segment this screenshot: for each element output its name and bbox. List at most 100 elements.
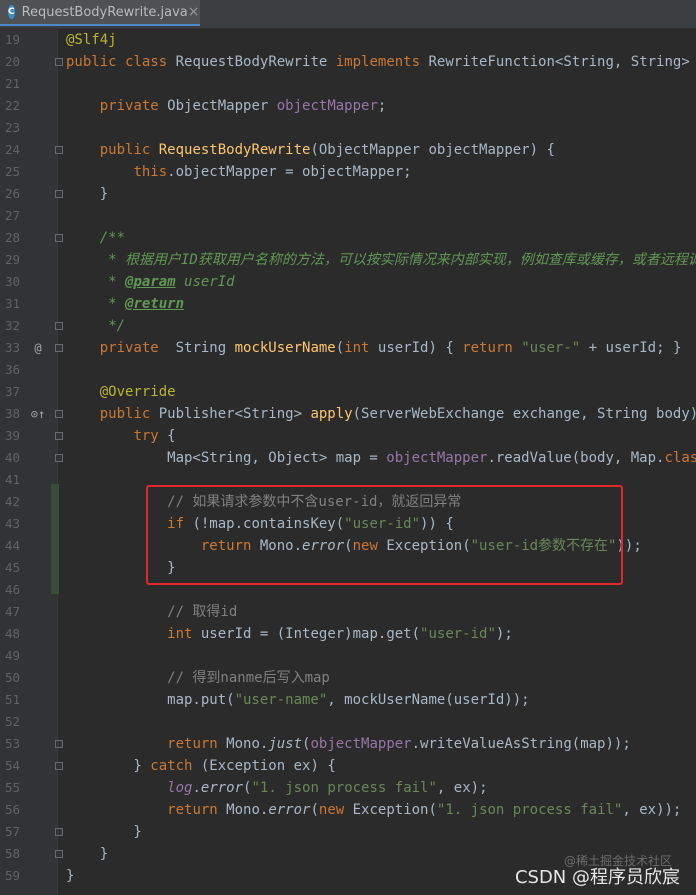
code-line[interactable]: 32 */ xyxy=(0,315,696,337)
line-number[interactable]: 46 xyxy=(0,579,20,601)
code-line[interactable]: 54 } catch (Exception ex) { xyxy=(0,755,696,777)
line-number[interactable]: 20 xyxy=(0,51,20,73)
fold-toggle-icon[interactable] xyxy=(55,850,63,858)
line-number[interactable]: 54 xyxy=(0,755,20,777)
line-number[interactable]: 47 xyxy=(0,601,20,623)
line-number[interactable]: 24 xyxy=(0,139,20,161)
line-number[interactable]: 53 xyxy=(0,733,20,755)
code-line[interactable]: 36 xyxy=(0,359,696,381)
line-number[interactable]: 40 xyxy=(0,447,20,469)
line-number[interactable]: 59 xyxy=(0,865,20,887)
code-line[interactable]: 47 // 取得id xyxy=(0,601,696,623)
fold-toggle-icon[interactable] xyxy=(55,740,63,748)
fold-toggle-icon[interactable] xyxy=(55,410,63,418)
code-line[interactable]: 31 * @return xyxy=(0,293,696,315)
line-number[interactable]: 38 xyxy=(0,403,20,425)
line-number[interactable]: 25 xyxy=(0,161,20,183)
code-line[interactable]: 40 Map<String, Object> map = objectMappe… xyxy=(0,447,696,469)
code-line[interactable]: 19 @Slf4j xyxy=(0,29,696,51)
fold-toggle-icon[interactable] xyxy=(55,190,63,198)
code-line[interactable]: 38 ⊙↑ public Publisher<String> apply(Serv… xyxy=(0,403,696,425)
code-line[interactable]: 56 return Mono.error(new Exception("1. j… xyxy=(0,799,696,821)
code-text: public class RequestBodyRewrite implemen… xyxy=(66,54,696,70)
line-number[interactable]: 42 xyxy=(0,491,20,513)
code-text: map.put("user-name", mockUserName(userId… xyxy=(66,692,530,708)
line-number[interactable]: 29 xyxy=(0,249,20,271)
code-line[interactable]: 48 int userId = (Integer)map.get("user-i… xyxy=(0,623,696,645)
code-text: * @return xyxy=(66,296,185,312)
line-number[interactable]: 33 xyxy=(0,337,20,359)
code-line[interactable]: 27 xyxy=(0,205,696,227)
line-number[interactable]: 58 xyxy=(0,843,20,865)
line-number[interactable]: 48 xyxy=(0,623,20,645)
code-line[interactable]: 21 xyxy=(0,73,696,95)
annotation-gutter-icon[interactable]: @ xyxy=(30,337,46,359)
line-number[interactable]: 41 xyxy=(0,469,20,491)
fold-toggle-icon[interactable] xyxy=(55,762,63,770)
line-number[interactable]: 55 xyxy=(0,777,20,799)
code-line[interactable]: 24 public RequestBodyRewrite(ObjectMappe… xyxy=(0,139,696,161)
code-line[interactable]: 26 } xyxy=(0,183,696,205)
line-number[interactable]: 23 xyxy=(0,117,20,139)
fold-toggle-icon[interactable] xyxy=(55,322,63,330)
implements-gutter-icon[interactable]: ⊙↑ xyxy=(30,403,46,425)
code-line[interactable]: 37 @Override xyxy=(0,381,696,403)
line-number[interactable]: 27 xyxy=(0,205,20,227)
code-line[interactable]: 51 map.put("user-name", mockUserName(use… xyxy=(0,689,696,711)
line-number[interactable]: 21 xyxy=(0,73,20,95)
line-number[interactable]: 31 xyxy=(0,293,20,315)
line-number[interactable]: 56 xyxy=(0,799,20,821)
fold-toggle-icon[interactable] xyxy=(55,432,63,440)
code-line[interactable]: 55 log.error("1. json process fail", ex)… xyxy=(0,777,696,799)
code-line[interactable]: 28 /** xyxy=(0,227,696,249)
code-text: Map<String, Object> map = objectMapper.r… xyxy=(66,450,696,466)
line-number[interactable]: 49 xyxy=(0,645,20,667)
code-text: * 根据用户ID获取用户名称的方法，可以按实际情况来内部实现，例如查库或缓存，或… xyxy=(66,252,696,268)
fold-toggle-icon[interactable] xyxy=(55,454,63,462)
line-number[interactable]: 30 xyxy=(0,271,20,293)
line-number[interactable]: 26 xyxy=(0,183,20,205)
fold-toggle-icon[interactable] xyxy=(55,58,63,66)
code-line[interactable]: 33 @ private String mockUserName(int user… xyxy=(0,337,696,359)
code-line[interactable]: 39 try { xyxy=(0,425,696,447)
code-line[interactable]: 23 xyxy=(0,117,696,139)
code-line[interactable]: 57 } xyxy=(0,821,696,843)
code-line[interactable]: 50 // 得到nanme后写入map xyxy=(0,667,696,689)
code-text: } xyxy=(66,868,75,884)
code-editor[interactable]: 19 @Slf4j 20 public class RequestBodyRewrit… xyxy=(0,29,696,895)
code-line[interactable]: 30 * @param userId xyxy=(0,271,696,293)
line-number[interactable]: 51 xyxy=(0,689,20,711)
tab-request-body-rewrite[interactable]: C RequestBodyRewrite.java × xyxy=(0,0,200,26)
code-line[interactable]: 29 * 根据用户ID获取用户名称的方法，可以按实际情况来内部实现，例如查库或缓… xyxy=(0,249,696,271)
code-text: */ xyxy=(66,318,126,334)
line-number[interactable]: 57 xyxy=(0,821,20,843)
fold-toggle-icon[interactable] xyxy=(55,146,63,154)
code-text: @Slf4j xyxy=(66,32,117,48)
line-number[interactable]: 28 xyxy=(0,227,20,249)
code-text: public RequestBodyRewrite(ObjectMapper o… xyxy=(99,142,555,158)
code-line[interactable]: 22 private ObjectMapper objectMapper; xyxy=(0,95,696,117)
fold-toggle-icon[interactable] xyxy=(55,234,63,242)
code-line[interactable]: 25 this.objectMapper = objectMapper; xyxy=(0,161,696,183)
code-line[interactable]: 52 xyxy=(0,711,696,733)
line-number[interactable]: 43 xyxy=(0,513,20,535)
code-text: } xyxy=(66,846,109,862)
code-text: log.error("1. json process fail", ex); xyxy=(167,780,488,796)
code-line[interactable]: 53 return Mono.just(objectMapper.writeVa… xyxy=(0,733,696,755)
line-number[interactable]: 37 xyxy=(0,381,20,403)
line-number[interactable]: 44 xyxy=(0,535,20,557)
line-number[interactable]: 39 xyxy=(0,425,20,447)
line-number[interactable]: 22 xyxy=(0,95,20,117)
fold-toggle-icon[interactable] xyxy=(55,828,63,836)
line-number[interactable]: 50 xyxy=(0,667,20,689)
code-text: try { xyxy=(133,428,176,444)
line-number[interactable]: 19 xyxy=(0,29,20,51)
line-number[interactable]: 32 xyxy=(0,315,20,337)
code-line[interactable]: 20 public class RequestBodyRewrite implem… xyxy=(0,51,696,73)
line-number[interactable]: 36 xyxy=(0,359,20,381)
line-number[interactable]: 45 xyxy=(0,557,20,579)
close-icon[interactable]: × xyxy=(188,4,200,20)
line-number[interactable]: 52 xyxy=(0,711,20,733)
fold-toggle-icon[interactable] xyxy=(55,344,63,352)
code-line[interactable]: 49 xyxy=(0,645,696,667)
